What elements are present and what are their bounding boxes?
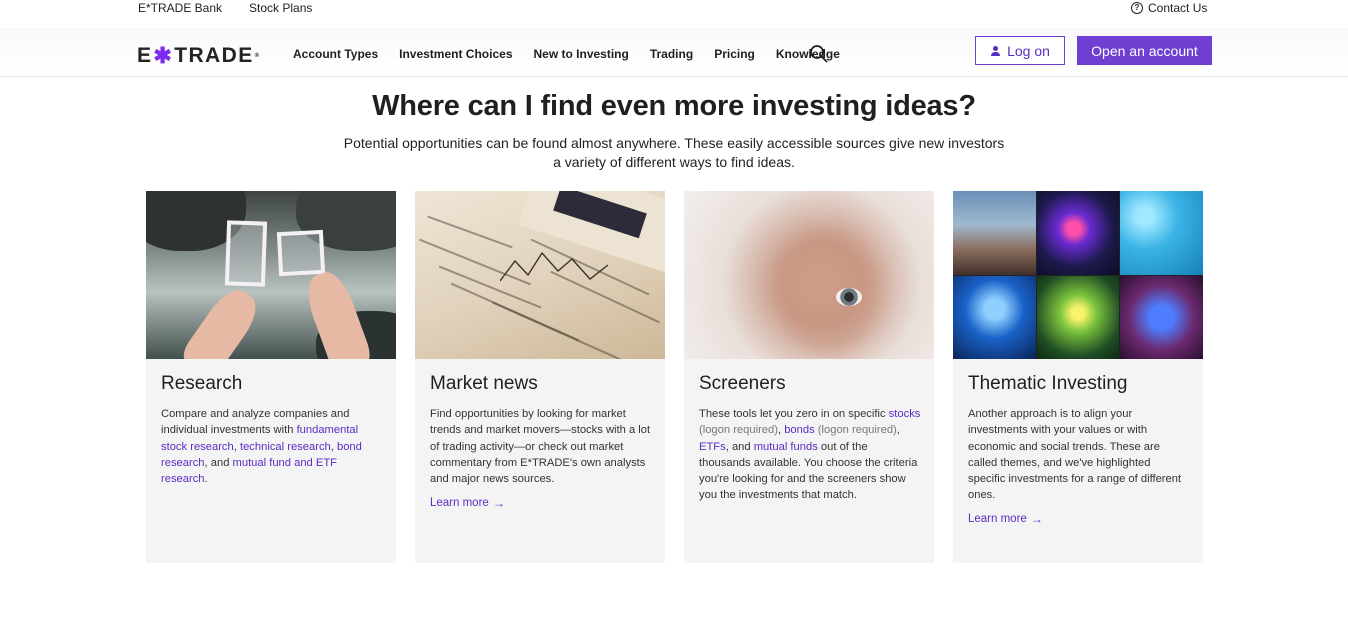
market-news-learn-more-link[interactable]: Learn more → [430,496,505,510]
page-headline: Where can I find even more investing ide… [372,90,976,122]
market-news-title: Market news [430,373,538,394]
learn-more-label: Learn more [968,513,1027,525]
etrade-bank-link[interactable]: E*TRADE Bank [138,1,222,15]
log-on-label: Log on [1007,42,1050,59]
nav-item-pricing[interactable]: Pricing [714,47,755,61]
eye-shape [836,288,862,306]
help-circle-icon: ? [1131,2,1143,14]
logo-text-right: TRADE [174,44,254,67]
screeners-card: Screeners These tools let you zero in on… [684,191,934,563]
thematic-investing-card: Thematic Investing Another approach is t… [953,191,1203,563]
market-news-image [415,191,665,359]
contact-us-label: Contact Us [1148,1,1208,15]
logo-trademark: ® [254,53,261,59]
research-description: Compare and analyze companies and indivi… [161,408,362,486]
subtext-line-1: Potential opportunities can be found alm… [343,135,1005,151]
stock-plans-link[interactable]: Stock Plans [249,1,312,15]
bonds-screener-link[interactable]: bonds [784,424,814,436]
mutual-funds-screener-link[interactable]: mutual funds [754,441,818,453]
nav-item-investment-choices[interactable]: Investment Choices [399,47,512,61]
thematic-learn-more-link[interactable]: Learn more → [968,512,1043,526]
logo-star-icon: ✱ [153,43,174,68]
open-account-label: Open an account [1091,42,1198,59]
etrade-logo[interactable]: E ✱ TRADE ® [137,43,260,69]
thematic-investing-title: Thematic Investing [968,373,1128,394]
person-icon [990,45,1001,56]
open-account-button[interactable]: Open an account [1077,36,1212,65]
arrow-right-icon: → [1030,512,1043,526]
contact-us-link[interactable]: ? Contact Us [1131,1,1207,15]
subtext-line-2: a variety of different ways to find idea… [553,154,795,170]
search-icon [810,45,828,63]
research-card: Research Compare and analyze companies a… [146,191,396,563]
etfs-screener-link[interactable]: ETFs [699,441,726,453]
thematic-investing-image [953,191,1203,359]
market-news-card: Market news Find opportunities by lookin… [415,191,665,563]
research-title: Research [161,373,243,394]
screeners-description: These tools let you zero in on specific … [699,408,921,502]
search-button[interactable] [809,44,829,64]
logo-text-left: E [137,44,153,67]
utility-bar: E*TRADE Bank Stock Plans ? Contact Us [0,0,1348,18]
nav-item-knowledge[interactable]: Knowledge [776,47,840,61]
thematic-investing-description: Another approach is to align your invest… [968,408,1182,502]
screeners-image [684,191,934,359]
nav-menu: Account Types Investment Choices New to … [293,47,861,61]
research-image [146,191,396,359]
main-navigation: E ✱ TRADE ® Account Types Investment Choice… [0,28,1348,77]
nav-item-new-to-investing[interactable]: New to Investing [534,47,629,61]
page-subtext: Potential opportunities can be found alm… [0,134,1348,172]
screeners-title: Screeners [699,373,786,394]
nav-item-account-types[interactable]: Account Types [293,47,378,61]
stocks-screener-link[interactable]: stocks [889,408,921,420]
learn-more-label: Learn more [430,497,489,509]
nav-item-trading[interactable]: Trading [650,47,693,61]
arrow-right-icon: → [492,496,505,510]
technical-research-link[interactable]: technical research [240,441,331,453]
log-on-button[interactable]: Log on [975,36,1065,65]
market-news-description: Find opportunities by looking for market… [430,408,651,486]
